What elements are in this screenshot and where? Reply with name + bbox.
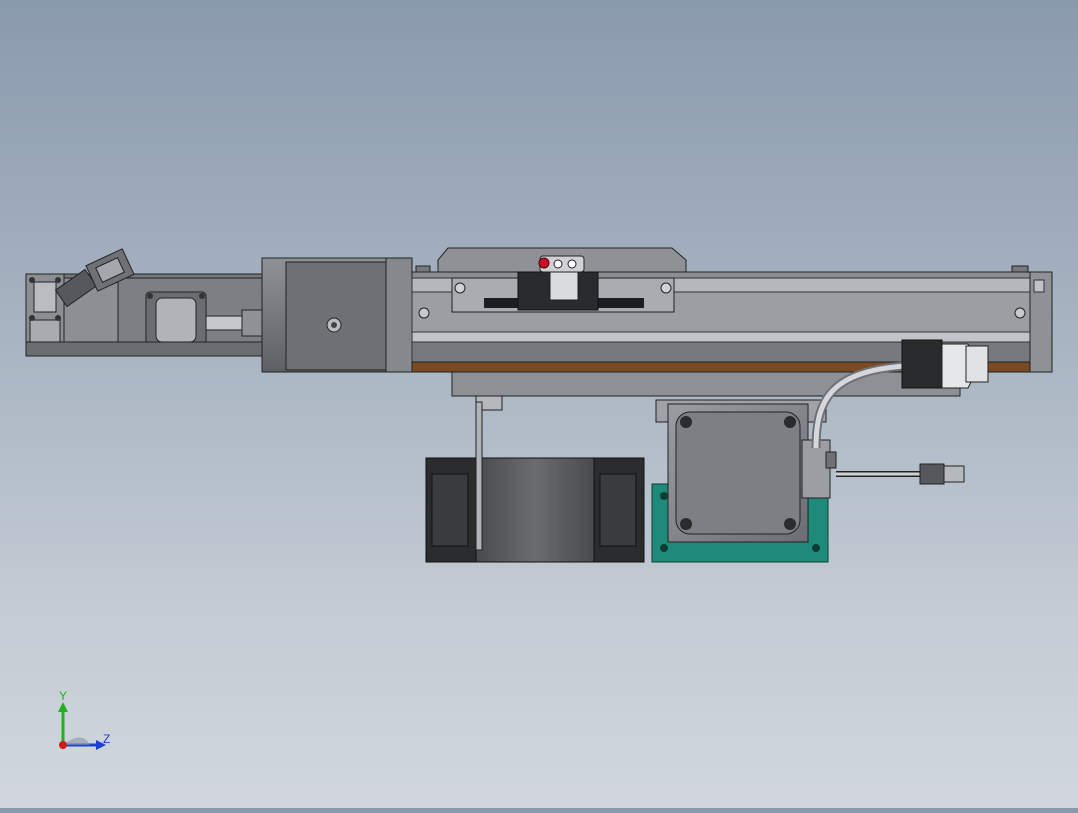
coupling-housing[interactable]	[261, 257, 413, 373]
y-axis-label: Y	[59, 689, 67, 703]
z-axis-label: Z	[103, 732, 110, 746]
model-canvas[interactable]: Y Z	[0, 0, 1078, 808]
cad-viewport[interactable]: Y Z	[0, 0, 1078, 808]
x-axis-icon	[59, 741, 67, 749]
cable-connector-upper[interactable]	[901, 339, 989, 389]
gripper-cylinder[interactable]	[425, 401, 645, 563]
indicator-led-icon	[538, 257, 550, 269]
cable-connector-lower[interactable]	[919, 463, 965, 485]
coordinate-triad: Y Z	[58, 689, 110, 750]
